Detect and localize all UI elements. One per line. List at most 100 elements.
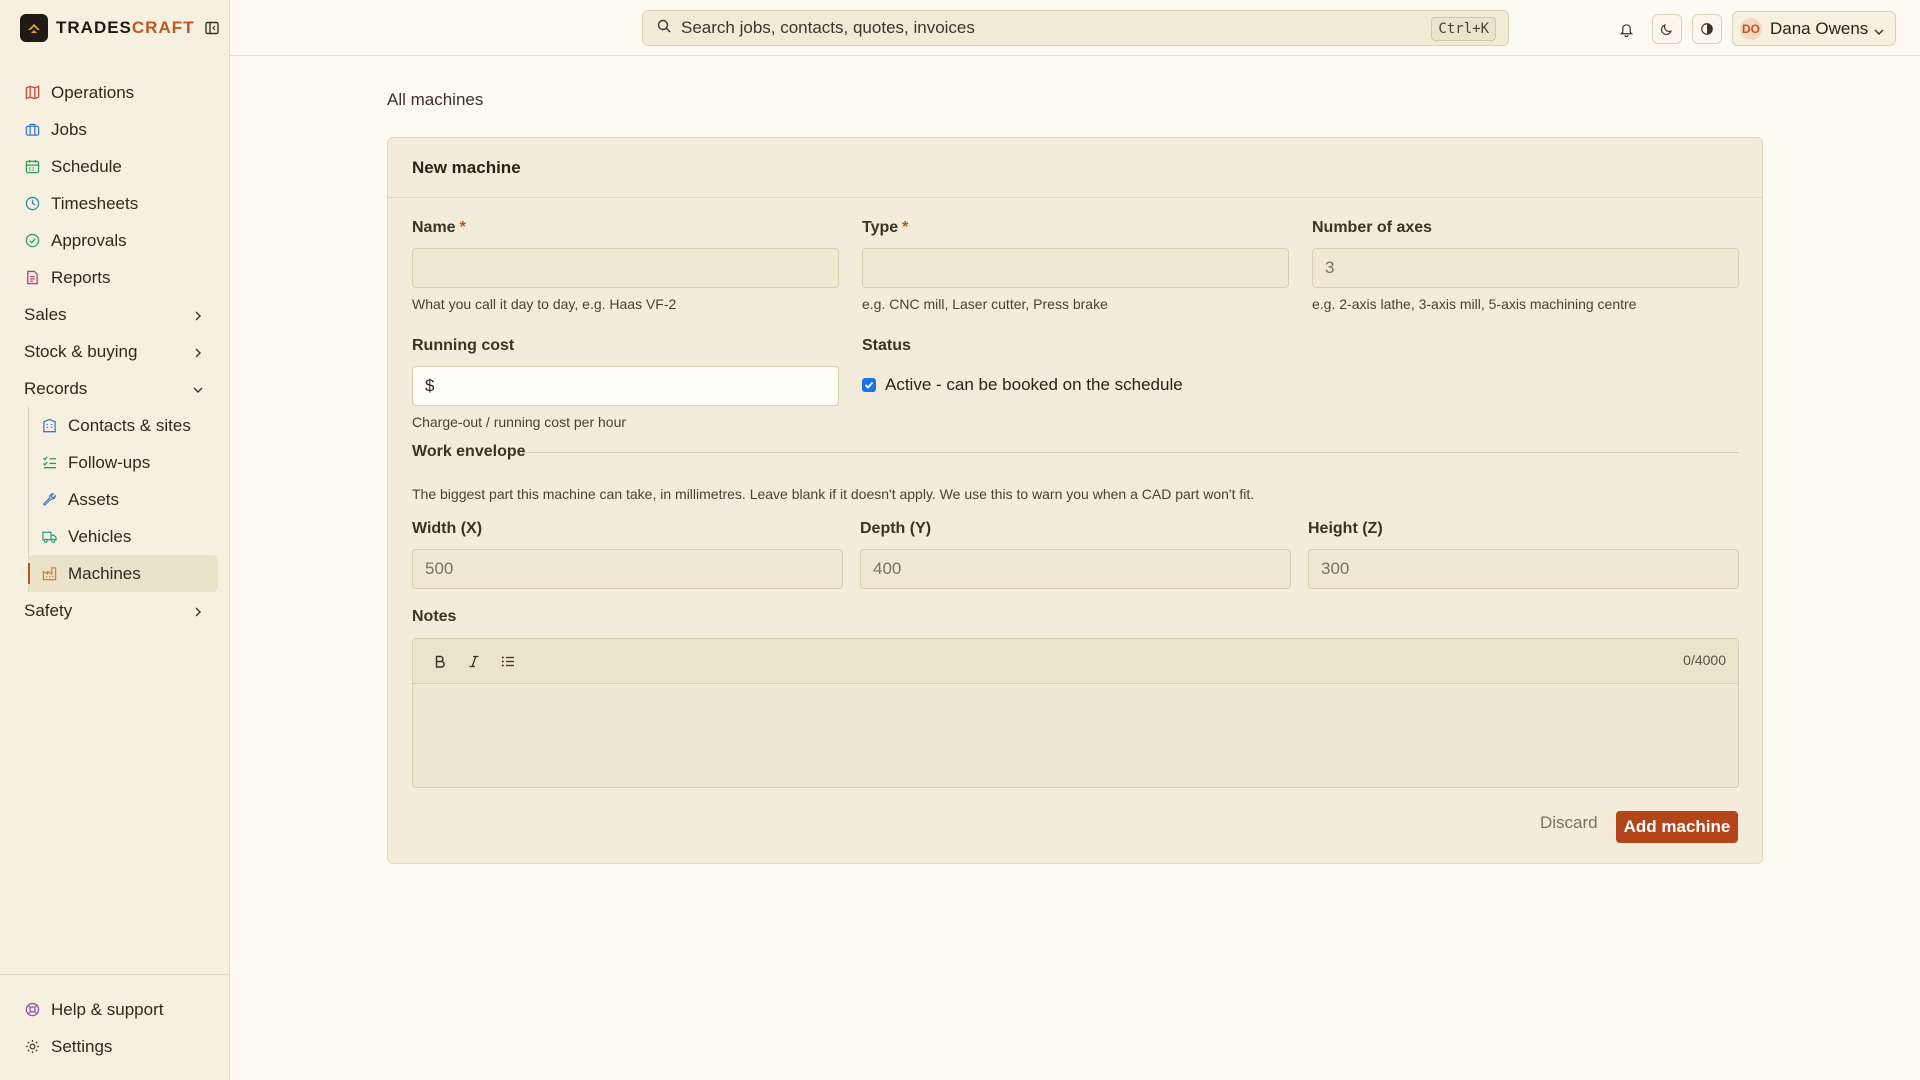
depth-label: Depth (Y) [860,520,932,537]
work-envelope-description: The biggest part this machine can take, … [412,486,1255,502]
brand[interactable]: TRADESCRAFT [20,14,219,42]
sidebar-item-approvals[interactable]: Approvals [0,222,230,259]
axes-field[interactable]: 3 [1312,248,1739,288]
chevron-right-icon [192,603,204,623]
sidebar-item-label: Follow-ups [68,452,151,472]
checklist-icon [41,455,57,471]
sidebar-item-schedule[interactable]: Schedule [0,148,230,185]
discard-button[interactable]: Discard [1540,813,1598,833]
factory-icon [41,566,57,582]
add-machine-button[interactable]: Add machine [1616,811,1738,843]
check-circle-icon [24,233,40,249]
notes-char-counter: 0/4000 [1683,652,1726,668]
document-icon [24,270,40,286]
section-divider [522,452,1739,453]
name-label: Name * [412,219,466,236]
name-field[interactable] [412,248,839,288]
work-envelope-title: Work envelope [412,443,526,460]
sidebar-item-label: Assets [68,489,120,509]
sidebar-group-records[interactable]: Records [0,370,230,407]
sidebar-item-label: Help & support [51,999,164,1019]
sidebar-item-machines[interactable]: Machines [28,555,218,592]
type-label: Type * [862,219,909,236]
sidebar-item-vehicles[interactable]: Vehicles [28,518,218,555]
running-cost-field[interactable]: $ [412,366,839,406]
sidebar-item-label: Contacts & sites [68,415,191,435]
notes-editor: 0/4000 [412,638,1739,788]
sidebar-group-label: Records [24,378,88,398]
active-checkbox-row[interactable]: Active - can be booked on the schedule [862,375,1183,395]
sidebar-item-label: Settings [51,1036,113,1056]
sidebar-item-help-support[interactable]: Help & support [0,991,230,1028]
search-shortcut-hint: Ctrl+K [1431,17,1496,41]
sidebar-nav: Operations Jobs Schedule Timesheets Appr… [0,74,230,629]
depth-field[interactable]: 400 [860,549,1291,589]
sidebar-item-label: Vehicles [68,526,132,546]
chevron-down-icon [192,381,204,401]
sidebar-item-label: Schedule [51,156,122,176]
dark-mode-moon-icon[interactable] [1652,14,1682,44]
search-placeholder: Search jobs, contacts, quotes, invoices [681,18,975,37]
running-cost-hint: Charge-out / running cost per hour [412,414,627,430]
contrast-icon[interactable] [1692,14,1722,44]
type-hint: e.g. CNC mill, Laser cutter, Press brake [862,296,1108,312]
notes-textarea[interactable] [413,684,1738,787]
axes-hint: e.g. 2-axis lathe, 3-axis mill, 5-axis m… [1312,296,1637,312]
calendar-icon [24,159,40,175]
new-machine-form: New machine Name * What you call it day t… [387,137,1763,864]
chevron-right-icon [192,307,204,327]
building-icon [41,418,57,434]
lifebuoy-icon [24,1002,40,1018]
sidebar-item-contacts-sites[interactable]: Contacts & sites [28,407,218,444]
sidebar-item-label: Approvals [51,230,127,250]
form-title: New machine [412,157,521,177]
currency-prefix: $ [425,376,435,395]
brand-name: TRADESCRAFT [56,18,195,37]
wrench-icon [41,492,57,508]
sidebar-footer: Help & support Settings [0,974,230,1065]
bold-icon[interactable] [427,648,453,674]
sidebar-item-timesheets[interactable]: Timesheets [0,185,230,222]
running-cost-label: Running cost [412,337,515,354]
search-icon [657,18,671,38]
name-hint: What you call it day to day, e.g. Haas V… [412,296,677,312]
sidebar-item-follow-ups[interactable]: Follow-ups [28,444,218,481]
brand-logo-icon [20,14,48,42]
briefcase-icon [24,122,40,138]
axes-label: Number of axes [1312,219,1433,236]
chevron-right-icon [192,344,204,364]
sidebar-item-jobs[interactable]: Jobs [0,111,230,148]
sidebar-group-stock-buying[interactable]: Stock & buying [0,333,230,370]
sidebar-item-label: Machines [68,563,141,583]
chevron-down-icon [1873,23,1885,43]
active-checkbox-label: Active - can be booked on the schedule [885,375,1183,394]
height-field[interactable]: 300 [1308,549,1739,589]
notifications-bell-icon[interactable] [1611,14,1641,44]
breadcrumb-all-machines[interactable]: All machines [387,90,483,110]
type-field[interactable] [862,248,1289,288]
sidebar-item-label: Jobs [51,119,87,139]
sidebar-group-label: Safety [24,600,73,620]
user-menu-button[interactable]: DO Dana Owens [1732,11,1896,46]
sidebar-collapse-icon[interactable] [204,21,219,35]
active-checkbox[interactable] [862,378,876,392]
records-subnav: Contacts & sites Follow-ups Assets Vehic… [28,407,230,592]
sidebar-item-settings[interactable]: Settings [0,1028,230,1065]
sidebar: TRADESCRAFT Operations Jobs Schedule Tim… [0,0,230,1080]
sidebar-item-reports[interactable]: Reports [0,259,230,296]
sidebar-group-sales[interactable]: Sales [0,296,230,333]
gear-icon [24,1039,40,1055]
italic-icon[interactable] [461,648,487,674]
global-search-input[interactable]: Search jobs, contacts, quotes, invoices … [642,10,1509,46]
sidebar-item-operations[interactable]: Operations [0,74,230,111]
avatar: DO [1740,17,1762,40]
notes-label: Notes [412,608,457,625]
topbar: Search jobs, contacts, quotes, invoices … [230,0,1920,56]
width-label: Width (X) [412,520,483,537]
bulleted-list-icon[interactable] [495,648,521,674]
status-label: Status [862,337,911,354]
width-field[interactable]: 500 [412,549,843,589]
sidebar-group-safety[interactable]: Safety [0,592,230,629]
map-icon [24,85,40,101]
sidebar-item-assets[interactable]: Assets [28,481,218,518]
